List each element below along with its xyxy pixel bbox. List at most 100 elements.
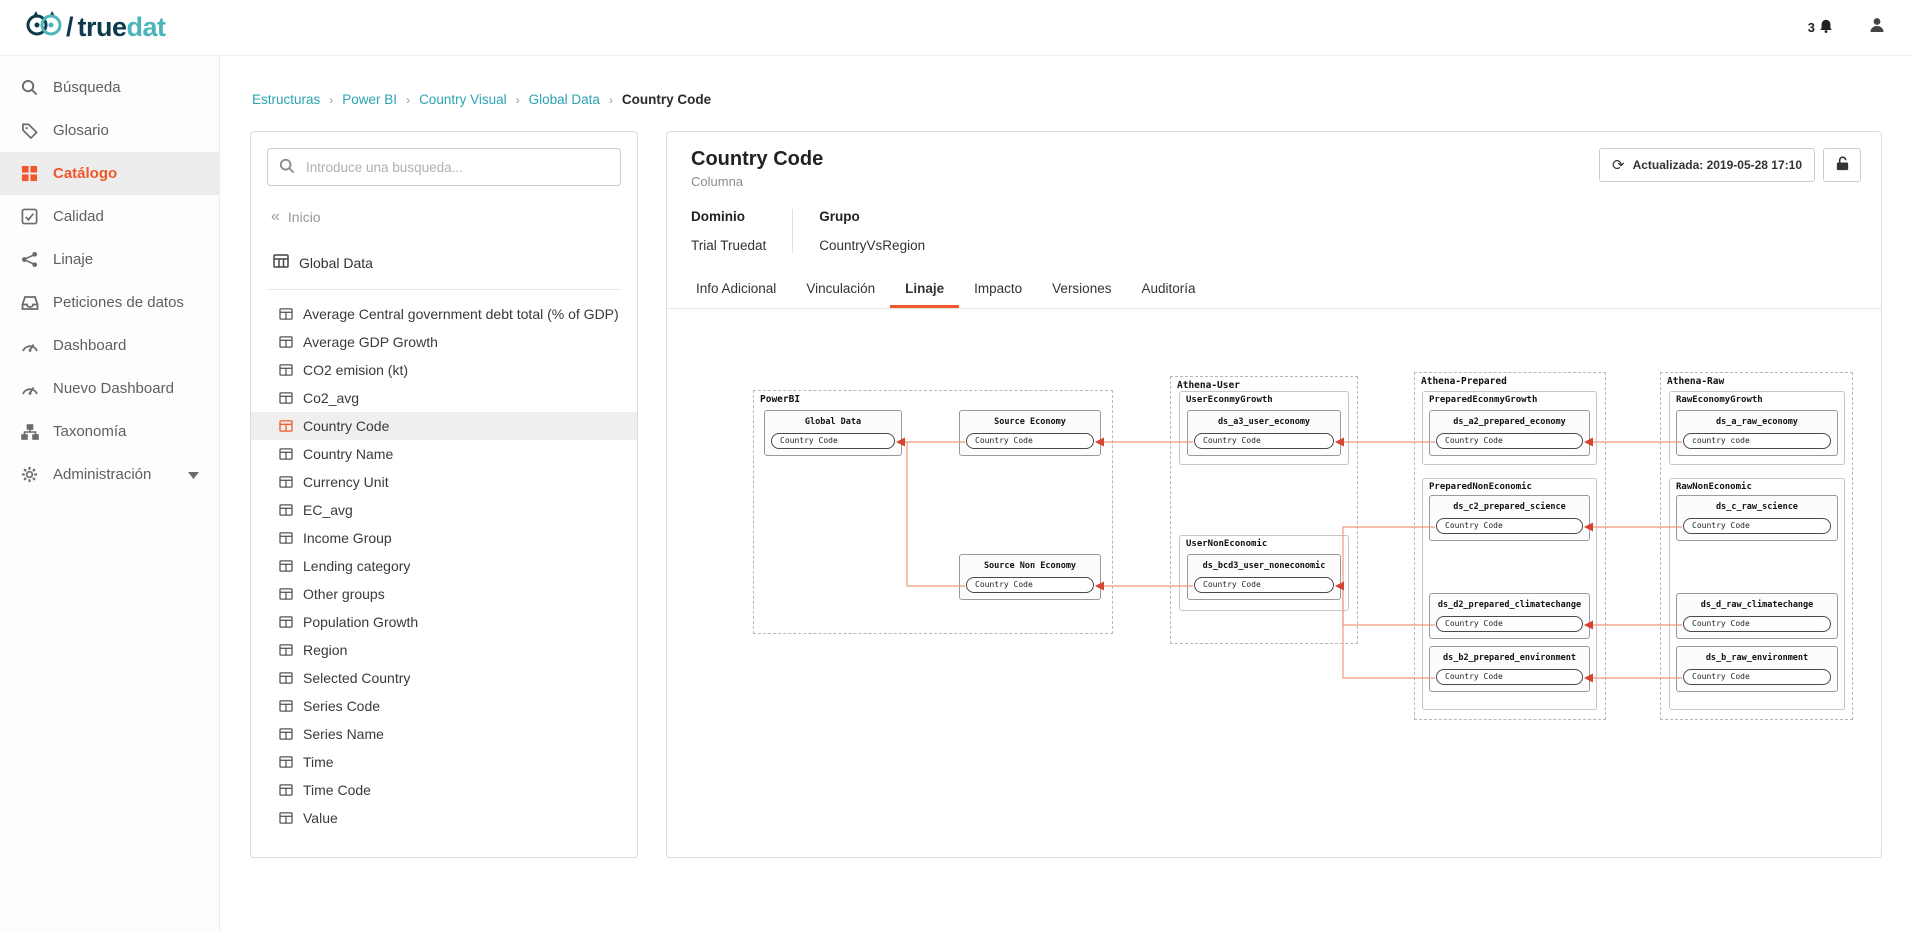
structure-item[interactable]: CO2 emision (kt) — [251, 356, 637, 384]
unlock-icon — [1834, 155, 1851, 175]
tab-versiones[interactable]: Versiones — [1037, 271, 1126, 308]
grid-icon — [20, 165, 39, 182]
structure-item[interactable]: Currency Unit — [251, 468, 637, 496]
lineage-node-ds-bcd3-user-noneconomic[interactable]: ds_bcd3_user_noneconomic Country Code — [1187, 554, 1341, 600]
lineage-node-ds-c-raw-science[interactable]: ds_c_raw_science Country Code — [1676, 495, 1838, 541]
lineage-node-ds-d2-prepared-climatechange[interactable]: ds_d2_prepared_climatechange Country Cod… — [1429, 593, 1590, 639]
lineage-field-pill[interactable]: Country Code — [1683, 616, 1831, 632]
structure-item[interactable]: Average GDP Growth — [251, 328, 637, 356]
lineage-node-global-data[interactable]: Global Data Country Code — [764, 410, 902, 456]
lineage-field-pill[interactable]: Country Code — [1683, 669, 1831, 685]
structure-item[interactable]: EC_avg — [251, 496, 637, 524]
search-icon — [279, 158, 295, 179]
structure-item[interactable]: Average Central government debt total (%… — [251, 300, 637, 328]
structure-item[interactable]: Selected Country — [251, 664, 637, 692]
lineage-node-ds-b2-prepared-environment[interactable]: ds_b2_prepared_environment Country Code — [1429, 646, 1590, 692]
lineage-field-pill[interactable]: country code — [1683, 433, 1831, 449]
sidebar-item-administracion[interactable]: Administración — [0, 453, 219, 496]
owl-logo-icon — [26, 10, 62, 45]
structure-item[interactable]: Value — [251, 804, 637, 832]
tab-linaje[interactable]: Linaje — [890, 271, 959, 308]
bell-icon — [1818, 18, 1834, 37]
lineage-node-source-economy[interactable]: Source Economy Country Code — [959, 410, 1101, 456]
sidebar-item-dashboard[interactable]: Dashboard — [0, 324, 219, 367]
lineage-node-ds-a2-prepared-economy[interactable]: ds_a2_prepared_economy Country Code — [1429, 410, 1590, 456]
structure-item-selected[interactable]: Country Code — [251, 412, 637, 440]
structure-item[interactable]: Series Name — [251, 720, 637, 748]
sidebar-item-busqueda[interactable]: Búsqueda — [0, 66, 219, 109]
table-icon — [279, 728, 293, 740]
tab-info-adicional[interactable]: Info Adicional — [681, 271, 791, 308]
lineage-field-pill[interactable]: Country Code — [1194, 433, 1334, 449]
structure-item[interactable]: Time — [251, 748, 637, 776]
sidebar-item-glosario[interactable]: Glosario — [0, 109, 219, 152]
sitemap-icon — [20, 424, 39, 440]
sidebar-item-label: Nuevo Dashboard — [53, 380, 174, 397]
dominio-value: Trial Truedat — [691, 238, 766, 253]
sidebar-item-label: Búsqueda — [53, 79, 121, 96]
lineage-field-pill[interactable]: Country Code — [1436, 433, 1583, 449]
lineage-node-ds-d-raw-climatechange[interactable]: ds_d_raw_climatechange Country Code — [1676, 593, 1838, 639]
breadcrumb-link-country-visual[interactable]: Country Visual — [419, 92, 507, 107]
structure-item[interactable]: Co2_avg — [251, 384, 637, 412]
tab-auditoria[interactable]: Auditoría — [1126, 271, 1210, 308]
lineage-node-ds-c2-prepared-science[interactable]: ds_c2_prepared_science Country Code — [1429, 495, 1590, 541]
refresh-button[interactable]: ⟳ Actualizada: 2019-05-28 17:10 — [1599, 148, 1815, 182]
tab-vinculacion[interactable]: Vinculación — [791, 271, 890, 308]
structure-root-item[interactable]: Global Data — [251, 240, 637, 289]
structure-item[interactable]: Series Code — [251, 692, 637, 720]
table-icon — [279, 420, 293, 432]
sidebar-item-taxonomia[interactable]: Taxonomía — [0, 410, 219, 453]
structure-item[interactable]: Region — [251, 636, 637, 664]
structure-item[interactable]: Country Name — [251, 440, 637, 468]
sidebar-item-catalogo[interactable]: Catálogo — [0, 152, 219, 195]
divider — [267, 289, 621, 290]
lineage-node-source-non-economy[interactable]: Source Non Economy Country Code — [959, 554, 1101, 600]
structure-item[interactable]: Population Growth — [251, 608, 637, 636]
user-menu-button[interactable] — [1868, 16, 1886, 39]
lineage-node-ds-a-raw-economy[interactable]: ds_a_raw_economy country code — [1676, 410, 1838, 456]
sidebar-item-label: Dashboard — [53, 337, 126, 354]
lineage-field-pill[interactable]: Country Code — [966, 433, 1094, 449]
structure-item[interactable]: Time Code — [251, 776, 637, 804]
lineage-node-ds-a3-user-economy[interactable]: ds_a3_user_economy Country Code — [1187, 410, 1341, 456]
sidebar-item-peticiones[interactable]: Peticiones de datos — [0, 281, 219, 324]
refresh-icon: ⟳ — [1612, 156, 1625, 174]
breadcrumb: Estructuras › Power BI › Country Visual … — [252, 92, 1882, 107]
sidebar-item-label: Catálogo — [53, 165, 117, 182]
lineage-field-pill[interactable]: Country Code — [966, 577, 1094, 593]
breadcrumb-link-global-data[interactable]: Global Data — [529, 92, 600, 107]
lineage-node-ds-b-raw-environment[interactable]: ds_b_raw_environment Country Code — [1676, 646, 1838, 692]
sidebar: Búsqueda Glosario Catálogo Calidad Linaj… — [0, 56, 220, 931]
sidebar-item-nuevo-dashboard[interactable]: Nuevo Dashboard — [0, 367, 219, 410]
lock-button[interactable] — [1823, 148, 1861, 182]
lineage-field-pill[interactable]: Country Code — [1683, 518, 1831, 534]
structure-item[interactable]: Lending category — [251, 552, 637, 580]
breadcrumb-link-estructuras[interactable]: Estructuras — [252, 92, 320, 107]
grupo-label: Grupo — [819, 209, 925, 224]
grupo-value: CountryVsRegion — [819, 238, 925, 253]
breadcrumb-link-powerbi[interactable]: Power BI — [342, 92, 397, 107]
notification-count: 3 — [1808, 20, 1815, 35]
structure-item[interactable]: Other groups — [251, 580, 637, 608]
lineage-field-pill[interactable]: Country Code — [1194, 577, 1334, 593]
table-icon — [279, 812, 293, 824]
table-icon — [279, 588, 293, 600]
structure-type-label: Columna — [691, 174, 823, 189]
lineage-field-pill[interactable]: Country Code — [771, 433, 895, 449]
tab-impacto[interactable]: Impacto — [959, 271, 1037, 308]
structure-browser-panel: « Inicio Global Data Average Central gov… — [250, 131, 638, 858]
structure-search-input[interactable] — [267, 148, 621, 186]
lineage-field-pill[interactable]: Country Code — [1436, 616, 1583, 632]
lineage-field-pill[interactable]: Country Code — [1436, 669, 1583, 685]
breadcrumb-separator: › — [609, 93, 613, 107]
lineage-field-pill[interactable]: Country Code — [1436, 518, 1583, 534]
back-to-inicio[interactable]: « Inicio — [251, 200, 637, 240]
structure-item[interactable]: Income Group — [251, 524, 637, 552]
table-icon — [279, 448, 293, 460]
sidebar-item-linaje[interactable]: Linaje — [0, 238, 219, 281]
notifications-button[interactable]: 3 — [1808, 18, 1834, 37]
table-icon — [279, 700, 293, 712]
sidebar-item-calidad[interactable]: Calidad — [0, 195, 219, 238]
truedat-logo[interactable]: / truedat — [26, 10, 166, 45]
